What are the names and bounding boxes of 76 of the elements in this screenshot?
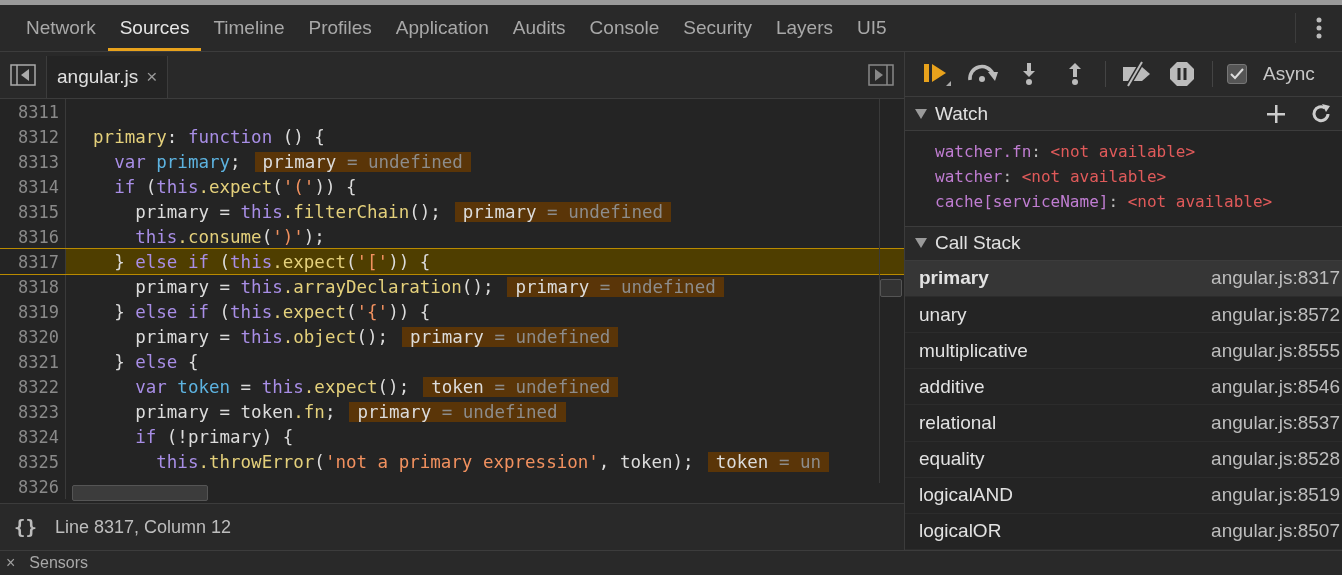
function-name: equality [919, 448, 986, 471]
scrollbar-thumb[interactable] [72, 485, 208, 501]
scrollbar-thumb[interactable] [880, 279, 902, 297]
panel-tab[interactable]: Audits [500, 5, 578, 51]
code-line: if (this.expect('(')) { [113, 176, 357, 197]
function-name: logicalOR [919, 520, 1003, 543]
line-number: 8316 [0, 224, 66, 249]
code-line: } else if (this.expect('{')) { [113, 301, 431, 322]
watch-expression: cache[serviceName]: <not available> [935, 191, 1274, 214]
pause-exceptions-icon[interactable] [1169, 61, 1195, 88]
frame-location: angular.js:8507 [1211, 520, 1340, 543]
refresh-icon[interactable] [1310, 102, 1332, 125]
code-line: this.consume(')'); [134, 226, 325, 247]
async-label: Async [1263, 63, 1315, 86]
frame-location: angular.js:8528 [1211, 448, 1340, 471]
function-name: unary [919, 303, 968, 326]
resume-icon[interactable] [922, 61, 952, 88]
call-frame[interactable]: primary angular.js:8317 [905, 260, 1342, 297]
code-line: primary = this.object(); primary = undefined [66, 326, 619, 347]
frame-location: angular.js:8317 [1211, 267, 1340, 290]
panel-tab[interactable]: Network [14, 5, 108, 51]
format-button[interactable]: {} [14, 516, 37, 538]
watch-expression: watcher.fn: <not available> [935, 141, 1197, 164]
inline-value: primary = undefined [349, 401, 566, 422]
panel-tab[interactable]: Profiles [296, 5, 384, 51]
code-line: primary = this.arrayDeclaration(); primary = undefined [66, 276, 724, 297]
inline-value: token = undefined [423, 376, 619, 397]
inline-value: token = un [707, 451, 830, 472]
add-icon[interactable] [1266, 103, 1286, 124]
frame-location: angular.js:8546 [1211, 375, 1340, 398]
frame-location: angular.js:8537 [1211, 412, 1340, 434]
deactivate-breakpoints-icon[interactable] [1120, 61, 1152, 88]
line-number: 8318 [0, 274, 66, 299]
sidebar-toggle-icon[interactable] [10, 64, 36, 86]
code-line: primary: function () { [92, 126, 325, 147]
close-icon[interactable]: × [146, 66, 158, 88]
drawer-tab[interactable]: Sensors [29, 554, 89, 572]
inline-value: primary = undefined [402, 326, 619, 347]
code-line: this.throwError('not a primary expression', token); token = un [66, 451, 830, 472]
inline-value: primary = undefined [454, 201, 671, 222]
panel-tab[interactable]: Console [577, 5, 672, 51]
async-checkbox[interactable] [1227, 64, 1247, 85]
disclosure-triangle-icon[interactable] [915, 108, 927, 119]
step-into-icon[interactable] [1021, 62, 1037, 87]
panel-tab[interactable]: Layers [763, 5, 845, 51]
code-line: primary = token.fn; primary = undefined [66, 401, 566, 422]
function-name: logicalAND [919, 484, 1014, 507]
inline-value: primary = undefined [254, 151, 471, 172]
panel-tab[interactable]: Security [671, 5, 764, 51]
step-out-icon[interactable] [1067, 62, 1083, 87]
code-line: primary = this.filterChain(); primary = undefined [66, 201, 671, 222]
line-number: 8317 [0, 249, 66, 274]
frame-location: angular.js:8555 [1211, 339, 1340, 362]
panel-tab[interactable]: Application [383, 5, 501, 51]
step-over-icon[interactable] [967, 64, 999, 85]
disclosure-triangle-icon[interactable] [915, 238, 927, 249]
function-name: relational [919, 412, 998, 434]
function-name: primary [919, 267, 990, 290]
function-name: multiplicative [919, 339, 1029, 362]
file-tab[interactable]: angular.js × [46, 56, 169, 98]
cursor-position: Line 8317, Column 12 [54, 516, 231, 538]
sidebar-toggle-icon[interactable] [868, 64, 894, 86]
panel-tab[interactable]: UI5 [845, 5, 899, 51]
close-icon[interactable]: × [6, 554, 16, 572]
code-line: var token = this.expect(); token = undefined [66, 376, 619, 397]
frame-location: angular.js:8572 [1211, 303, 1340, 326]
function-name: additive [919, 375, 986, 398]
inline-value: primary = undefined [507, 276, 724, 297]
code-line: } else { [113, 351, 199, 372]
code-line: var primary; primary = undefined [66, 151, 471, 172]
code-line: } else if (this.expect('[')) { [113, 251, 431, 272]
panel-tab[interactable]: Timeline [201, 5, 297, 51]
frame-location: angular.js:8519 [1211, 484, 1340, 507]
code-line: if (!primary) { [134, 426, 294, 447]
menu-icon[interactable] [1316, 17, 1322, 39]
watch-expression: watcher: <not available> [935, 166, 1168, 189]
